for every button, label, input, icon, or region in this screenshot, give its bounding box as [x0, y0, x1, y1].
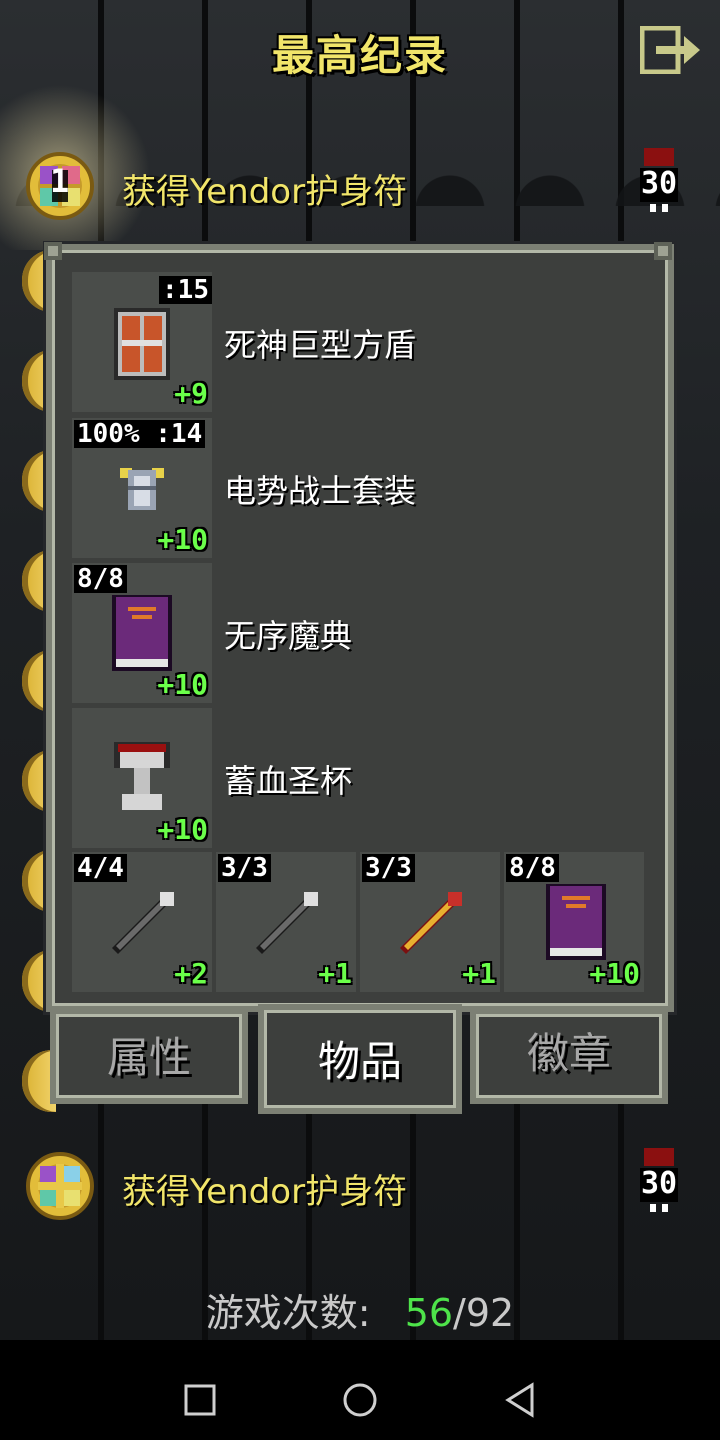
panel-corner [44, 242, 62, 260]
staff-charges-tag: 3/3 [362, 854, 415, 882]
record-rank: 1 [50, 162, 70, 200]
item-upgrade-level: +10 [157, 668, 208, 701]
tab-stats[interactable]: 属性 [50, 1008, 248, 1104]
shield-icon [114, 308, 170, 380]
item-upgrade-level: +9 [174, 377, 208, 410]
games-won: 56 [404, 1291, 454, 1335]
tab-badges-label: 徽章 [526, 1029, 611, 1078]
back-icon[interactable] [504, 1382, 536, 1418]
item-name: 无序魔典 [224, 617, 353, 655]
games-total: /92 [453, 1291, 515, 1335]
tab-stats-label: 属性 [106, 1033, 191, 1082]
chalice-icon [114, 742, 170, 810]
system-nav-bar [0, 1340, 720, 1440]
item-upgrade-level: +10 [157, 813, 208, 846]
staff-icon [400, 892, 462, 954]
panel-corner [654, 242, 672, 260]
item-name: 死神巨型方盾 [224, 326, 417, 364]
tab-items[interactable]: 物品 [258, 1004, 462, 1114]
record-depth: 30 [640, 166, 678, 201]
staff-upgrade-level: +1 [462, 957, 496, 990]
item-row-armor[interactable]: 100% :14 +10 电势战士套装 [72, 418, 648, 558]
item-name: 蓄血圣杯 [224, 762, 353, 800]
item-row-spellbook[interactable]: 8/8 +10 无序魔典 [72, 563, 648, 703]
item-name: 电势战士套装 [224, 472, 417, 510]
item-slot[interactable]: :15 +9 [72, 272, 212, 412]
record-depth: 30 [640, 1166, 678, 1201]
quickslot-4[interactable]: 8/8 +10 [504, 852, 644, 992]
quickslot-2[interactable]: 3/3 +1 [216, 852, 356, 992]
recent-apps-icon[interactable] [184, 1384, 216, 1416]
record-label: 获得Yendor护身符 [122, 1172, 408, 1212]
item-row-shield[interactable]: :15 +9 死神巨型方盾 [72, 272, 648, 412]
book-upgrade-level: +10 [589, 957, 640, 990]
item-durability-tag: :15 [159, 276, 212, 304]
item-slot[interactable]: 8/8 +10 [72, 563, 212, 703]
record-label: 获得Yendor护身符 [122, 172, 408, 212]
wand-charges-tag: 4/4 [74, 854, 127, 882]
wand-icon [256, 892, 318, 954]
spellbook-icon [546, 884, 606, 960]
armor-icon [120, 468, 164, 510]
games-played: 游戏次数: 56/92 [0, 1282, 720, 1337]
item-slot[interactable]: 100% :14 +10 [72, 418, 212, 558]
wand-icon [112, 892, 174, 954]
record-row-top[interactable]: 1 获得Yendor护身符 30 [0, 146, 720, 226]
exit-icon[interactable] [640, 26, 702, 74]
page-title: 最高纪录 [271, 31, 448, 80]
games-label: 游戏次数: [205, 1291, 371, 1335]
tab-badges[interactable]: 徽章 [470, 1008, 668, 1104]
item-row-chalice[interactable]: +10 蓄血圣杯 [72, 708, 648, 848]
tab-items-label: 物品 [317, 1037, 402, 1086]
book-charges-tag: 8/8 [506, 854, 559, 882]
item-charges-tag: 8/8 [74, 565, 127, 593]
record-row-bottom[interactable]: 获得Yendor护身符 30 [0, 1146, 720, 1226]
home-icon[interactable] [342, 1382, 378, 1418]
quickslot-1[interactable]: 4/4 +2 [72, 852, 212, 992]
wand-upgrade-level: +2 [174, 957, 208, 990]
item-durability-tag: 100% :14 [74, 420, 206, 448]
quickslot-3[interactable]: 3/3 +1 [360, 852, 500, 992]
item-upgrade-level: +10 [157, 523, 208, 556]
item-slot[interactable]: +10 [72, 708, 212, 848]
wand-upgrade-level: +1 [318, 957, 352, 990]
amulet-medal-icon [26, 1152, 94, 1220]
spellbook-icon [112, 595, 172, 671]
wand-charges-tag: 3/3 [218, 854, 271, 882]
